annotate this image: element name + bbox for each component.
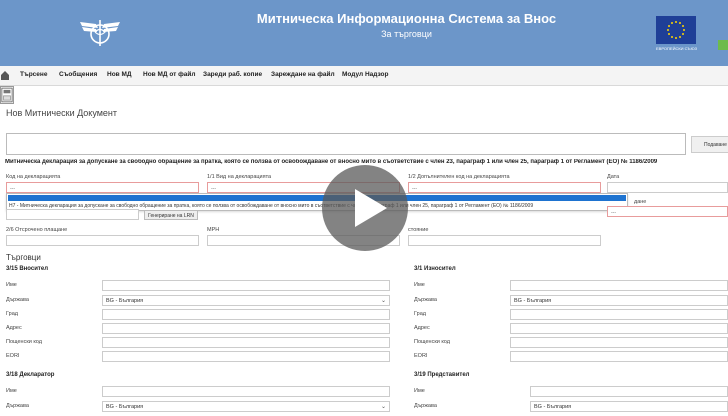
consignee-postal-label: Пощенски код: [6, 339, 42, 345]
dropdown-highlight[interactable]: [8, 195, 626, 201]
deferred-payment-input[interactable]: [6, 235, 199, 246]
declaration-code-select[interactable]: ---: [6, 182, 199, 193]
main-menu: Търсене Съобщения Нов МД Нов МД от файл …: [0, 66, 728, 86]
consignee-country-select[interactable]: BG - България ⌄: [102, 295, 390, 306]
declaration-search-input[interactable]: [6, 133, 686, 155]
save-icon[interactable]: [0, 86, 14, 104]
consignee-country-value: BG - България: [106, 298, 144, 304]
chevron-down-icon: ⌄: [380, 298, 386, 304]
exporter-postal-label: Пощенски код: [414, 339, 450, 345]
consignee-eori-label: EORI: [6, 353, 20, 359]
right-partial-label-2: стояние: [408, 227, 429, 233]
exporter-name-input[interactable]: [510, 280, 728, 291]
consignee-country-label: Държава: [6, 297, 29, 303]
representative-country-select[interactable]: BG - България: [530, 401, 728, 412]
consignee-city-label: Град: [6, 311, 18, 317]
exporter-city-input[interactable]: [510, 309, 728, 320]
representative-title: 3/19 Представител: [414, 372, 470, 378]
declaration-code-value: ---: [10, 186, 15, 192]
consignee-name-label: Име: [6, 282, 17, 288]
consignee-postal-input[interactable]: [102, 337, 390, 348]
status-input[interactable]: [408, 235, 601, 246]
consignee-title: 3/15 Вносител: [6, 266, 48, 272]
declarant-country-label: Държава: [6, 403, 29, 409]
right-field-input[interactable]: ---: [607, 206, 728, 217]
exporter-country-label: Държава: [414, 297, 437, 303]
representative-name-input[interactable]: [530, 386, 728, 397]
consignee-address-label: Адрес: [6, 325, 22, 331]
declarant-country-value: BG - България: [106, 404, 144, 410]
consignee-address-input[interactable]: [102, 323, 390, 334]
traders-title: Търговци: [6, 253, 41, 262]
exporter-eori-label: EORI: [414, 353, 428, 359]
app-header: Митническа Информационна Система за Внос…: [0, 0, 728, 66]
additional-code-select[interactable]: ---: [408, 182, 601, 193]
mrn-label: MPH: [207, 227, 220, 233]
menu-supervision-module[interactable]: Модул Надзор: [342, 71, 389, 78]
exporter-address-label: Адрес: [414, 325, 430, 331]
menu-search[interactable]: Търсене: [20, 71, 47, 78]
home-icon[interactable]: [0, 69, 10, 81]
green-badge-icon: [718, 40, 728, 50]
right-partial-label-1: дане: [634, 199, 647, 205]
date-label: Дата: [607, 174, 620, 180]
consignee-name-input[interactable]: [102, 280, 390, 291]
eu-caption: ЕВРОПЕЙСКИ СЪЮЗ: [656, 46, 698, 51]
page-title: Нов Митнически Документ: [6, 108, 118, 118]
declarant-title: 3/18 Декларатор: [6, 372, 55, 378]
declaration-code-label: Код на декларацията: [6, 174, 61, 180]
submit-button[interactable]: Подаване: [691, 136, 728, 153]
lrn-input[interactable]: [6, 209, 139, 220]
declaration-type-label: 1/1 Вид на декларацията: [207, 174, 272, 180]
representative-country-value: BG - България: [534, 404, 572, 410]
exporter-country-value: BG - България: [514, 298, 552, 304]
menu-load-file[interactable]: Зареждане на файл: [271, 71, 335, 78]
exporter-country-select[interactable]: BG - България: [510, 295, 728, 306]
play-icon: [355, 189, 387, 227]
video-play-button[interactable]: [322, 165, 408, 251]
app-title: Митническа Информационна Система за Внос: [256, 11, 557, 26]
menu-load-working-copy[interactable]: Зареди раб. копие: [203, 71, 262, 78]
exporter-address-input[interactable]: [510, 323, 728, 334]
date-input[interactable]: [607, 182, 728, 193]
deferred-payment-label: 2/6 Отсрочено плащане: [6, 227, 68, 233]
exporter-title: 3/1 Износител: [414, 266, 456, 272]
exporter-city-label: Град: [414, 311, 426, 317]
menu-new-md-from-file[interactable]: Нов МД от файл: [143, 71, 196, 78]
right-field-value: ---: [611, 210, 616, 216]
eu-flag-icon: [656, 16, 696, 44]
representative-name-label: Име: [414, 388, 425, 394]
exporter-postal-input[interactable]: [510, 337, 728, 348]
declarant-name-label: Име: [6, 388, 17, 394]
consignee-city-input[interactable]: [102, 309, 390, 320]
menu-new-md[interactable]: Нов МД: [107, 71, 132, 78]
menu-messages[interactable]: Съобщения: [59, 71, 97, 78]
generate-lrn-button[interactable]: Генериране на LRN: [144, 210, 198, 220]
exporter-name-label: Име: [414, 282, 425, 288]
declarant-name-input[interactable]: [102, 386, 390, 397]
declarant-country-select[interactable]: BG - България ⌄: [102, 401, 390, 412]
additional-code-label: 1/2 Допълнителен код на декларацията: [408, 174, 510, 180]
app-subtitle: За търговци: [381, 29, 432, 39]
chevron-down-icon: ⌄: [380, 404, 386, 410]
representative-country-label: Държава: [414, 403, 437, 409]
exporter-eori-input[interactable]: [510, 351, 728, 362]
declaration-heading: Митническа декларация за допускане за св…: [5, 159, 658, 165]
additional-code-value: ---: [412, 186, 417, 192]
consignee-eori-input[interactable]: [102, 351, 390, 362]
